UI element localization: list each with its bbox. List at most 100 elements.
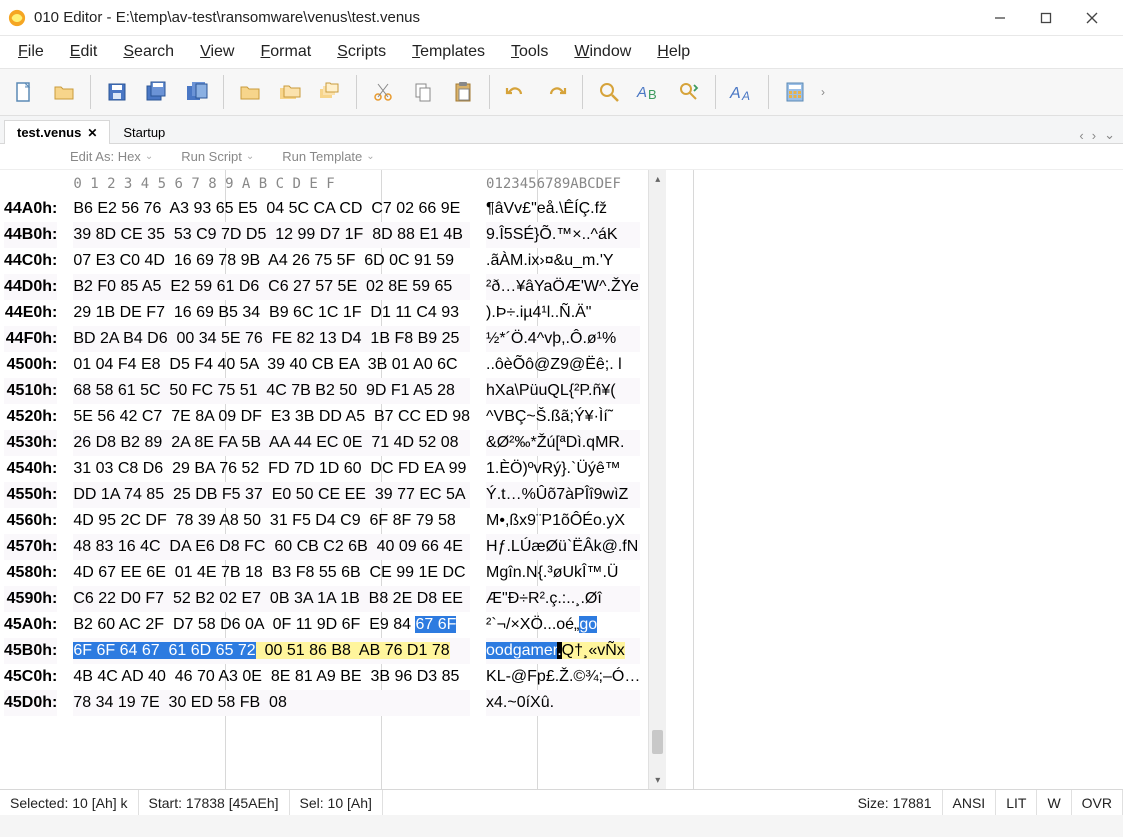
close-icon[interactable]: ✕ [87, 126, 97, 140]
hex-row[interactable]: 68 58 61 5C 50 FC 75 51 4C 7B B2 50 9D F… [73, 378, 470, 404]
toolbar-overflow-icon[interactable]: › [821, 85, 825, 99]
hex-row[interactable]: 48 83 16 4C DA E6 D8 FC 60 CB C2 6B 40 0… [73, 534, 470, 560]
chevron-down-icon: ⌄ [366, 151, 374, 162]
status-encoding[interactable]: ANSI [943, 790, 997, 815]
vertical-scrollbar[interactable]: ▴ ▾ [648, 170, 666, 789]
hex-row[interactable]: 01 04 F4 E8 D5 F4 40 5A 39 40 CB EA 3B 0… [73, 352, 470, 378]
open-file-button[interactable] [46, 74, 82, 110]
hex-row[interactable]: 07 E3 C0 4D 16 69 78 9B A4 26 75 5F 6D 0… [73, 248, 470, 274]
menu-format[interactable]: Format [260, 43, 311, 61]
save-button[interactable] [99, 74, 135, 110]
replace-button[interactable] [671, 74, 707, 110]
menu-file[interactable]: File [18, 43, 44, 61]
save-all-button[interactable] [179, 74, 215, 110]
hex-row[interactable]: 6F 6F 64 67 61 6D 65 72 00 51 86 B8 AB 7… [73, 638, 470, 664]
menu-scripts[interactable]: Scripts [337, 43, 386, 61]
menu-tools[interactable]: Tools [511, 43, 548, 61]
calculator-button[interactable] [777, 74, 813, 110]
ascii-row[interactable]: ^VBÇ~Š.ßã;Ý¥·Ìí˜ [486, 404, 640, 430]
hex-row[interactable]: 39 8D CE 35 53 C9 7D D5 12 99 D7 1F 8D 8… [73, 222, 470, 248]
ascii-row[interactable]: ²ð…¥âYaÖÆ'W^.ŽYe [486, 274, 640, 300]
addr-cell: 44F0h: [4, 326, 57, 352]
hex-row[interactable]: 4D 95 2C DF 78 39 A8 50 31 F5 D4 C9 6F 8… [73, 508, 470, 534]
status-start: Start: 17838 [45AEh] [139, 790, 290, 815]
status-w[interactable]: W [1037, 790, 1071, 815]
hex-row[interactable]: 26 D8 B2 89 2A 8E FA 5B AA 44 EC 0E 71 4… [73, 430, 470, 456]
ascii-column[interactable]: 0123456789ABCDEF ¶âVv£"eå.\ÊÍÇ.fž9.Î5SÉ}… [478, 170, 648, 789]
ascii-row[interactable]: KL-@Fp£.Ž.©¾;–Ó… [486, 664, 640, 690]
find-button[interactable] [591, 74, 627, 110]
open-folder3-button[interactable] [312, 74, 348, 110]
hex-column[interactable]: 0 1 2 3 4 5 6 7 8 9 A B C D E F B6 E2 56… [65, 170, 478, 789]
hex-row[interactable]: 78 34 19 7E 30 ED 58 FB 08 [73, 690, 470, 716]
hex-row[interactable]: C6 22 D0 F7 52 B2 02 E7 0B 3A 1A 1B B8 2… [73, 586, 470, 612]
tab-startup[interactable]: Startup [110, 120, 178, 144]
ascii-row[interactable]: Mgîn.N{.³øUkÎ™.Ü [486, 560, 640, 586]
hex-row[interactable]: B2 60 AC 2F D7 58 D6 0A 0F 11 9D 6F E9 8… [73, 612, 470, 638]
run-template-dropdown[interactable]: Run Template ⌄ [282, 149, 374, 164]
ascii-row[interactable]: &Ø²‰*Žú[ªDì.qMR. [486, 430, 640, 456]
scroll-down-button[interactable]: ▾ [649, 771, 666, 789]
hex-row[interactable]: 5E 56 42 C7 7E 8A 09 DF E3 3B DD A5 B7 C… [73, 404, 470, 430]
menu-window[interactable]: Window [574, 43, 631, 61]
svg-text:A: A [741, 89, 750, 103]
open-folder2-button[interactable] [272, 74, 308, 110]
cut-button[interactable] [365, 74, 401, 110]
ascii-row[interactable]: x4.~0íXû. [486, 690, 640, 716]
addr-cell: 45D0h: [4, 690, 57, 716]
hex-row[interactable]: DD 1A 74 85 25 DB F5 37 E0 50 CE EE 39 7… [73, 482, 470, 508]
chevron-down-icon: ⌄ [246, 151, 254, 162]
tab-nav-next[interactable]: › [1088, 128, 1100, 143]
hex-row[interactable]: 31 03 C8 D6 29 BA 76 52 FD 7D 1D 60 DC F… [73, 456, 470, 482]
ascii-row[interactable]: ).Þ÷.iµ4¹l..Ñ.Ä" [486, 300, 640, 326]
hex-row[interactable]: 4B 4C AD 40 46 70 A3 0E 8E 81 A9 BE 3B 9… [73, 664, 470, 690]
hex-header: 0 1 2 3 4 5 6 7 8 9 A B C D E F [73, 174, 470, 196]
font-button[interactable]: AA [724, 74, 760, 110]
ascii-row[interactable]: .ãÀM.ix›¤&u_m.'Y [486, 248, 640, 274]
maximize-button[interactable] [1023, 0, 1069, 36]
status-ovr[interactable]: OVR [1072, 790, 1123, 815]
menu-help[interactable]: Help [657, 43, 690, 61]
hex-row[interactable]: B2 F0 85 A5 E2 59 61 D6 C6 27 57 5E 02 8… [73, 274, 470, 300]
undo-button[interactable] [498, 74, 534, 110]
open-folder-button[interactable] [232, 74, 268, 110]
ascii-row[interactable]: ²`¬/×XÖ...oé„go [486, 612, 640, 638]
menu-edit[interactable]: Edit [70, 43, 98, 61]
tab-dropdown[interactable]: ⌄ [1100, 127, 1119, 143]
hex-row[interactable]: 29 1B DE F7 16 69 B5 34 B9 6C 1C 1F D1 1… [73, 300, 470, 326]
ascii-row[interactable]: ..ôèÕô@Z9@Ëê;. l [486, 352, 640, 378]
scroll-thumb[interactable] [652, 730, 663, 754]
ascii-row[interactable]: Æ"Ð÷R².ç.:..¸.Øî [486, 586, 640, 612]
scroll-up-button[interactable]: ▴ [649, 170, 666, 188]
run-script-dropdown[interactable]: Run Script ⌄ [181, 149, 254, 164]
ascii-row[interactable]: 9.Î5SÉ}Õ.™×..^áK [486, 222, 640, 248]
close-button[interactable] [1069, 0, 1115, 36]
copy-button[interactable] [405, 74, 441, 110]
hex-row[interactable]: B6 E2 56 76 A3 93 65 E5 04 5C CA CD C7 0… [73, 196, 470, 222]
redo-button[interactable] [538, 74, 574, 110]
tab-nav-prev[interactable]: ‹ [1075, 128, 1087, 143]
tab-test-venus[interactable]: test.venus✕ [4, 120, 110, 144]
ascii-row[interactable]: Hƒ.LÚæØü`ËÂk@.fN [486, 534, 640, 560]
menu-search[interactable]: Search [123, 43, 174, 61]
addr-cell: 44E0h: [4, 300, 57, 326]
ascii-row[interactable]: oodgamer.Q†¸«vÑx [486, 638, 640, 664]
ascii-row[interactable]: 1.ÈÖ)ºvRý}.`Üýê™ [486, 456, 640, 482]
ascii-row[interactable]: hXa\PüuQL{²P.ñ¥( [486, 378, 640, 404]
ascii-row[interactable]: ½*´Ö.4^vþ,.Ô.ø¹% [486, 326, 640, 352]
ascii-row[interactable]: ¶âVv£"eå.\ÊÍÇ.fž [486, 196, 640, 222]
minimize-button[interactable] [977, 0, 1023, 36]
new-file-button[interactable] [6, 74, 42, 110]
find-text-button[interactable]: AB [631, 74, 667, 110]
hex-row[interactable]: 4D 67 EE 6E 01 4E 7B 18 B3 F8 55 6B CE 9… [73, 560, 470, 586]
hex-editor[interactable]: . 44A0h:44B0h:44C0h:44D0h:44E0h:44F0h:45… [0, 170, 1123, 789]
status-endian[interactable]: LIT [996, 790, 1037, 815]
edit-as-dropdown[interactable]: Edit As: Hex ⌄ [70, 149, 153, 164]
paste-button[interactable] [445, 74, 481, 110]
ascii-row[interactable]: Ý.t…%Ûõ7àPÎî9wìZ [486, 482, 640, 508]
menu-templates[interactable]: Templates [412, 43, 485, 61]
hex-row[interactable]: BD 2A B4 D6 00 34 5E 76 FE 82 13 D4 1B F… [73, 326, 470, 352]
save-as-button[interactable] [139, 74, 175, 110]
ascii-row[interactable]: M•,ßx9¨P1õÔÉo.yX [486, 508, 640, 534]
menu-view[interactable]: View [200, 43, 234, 61]
